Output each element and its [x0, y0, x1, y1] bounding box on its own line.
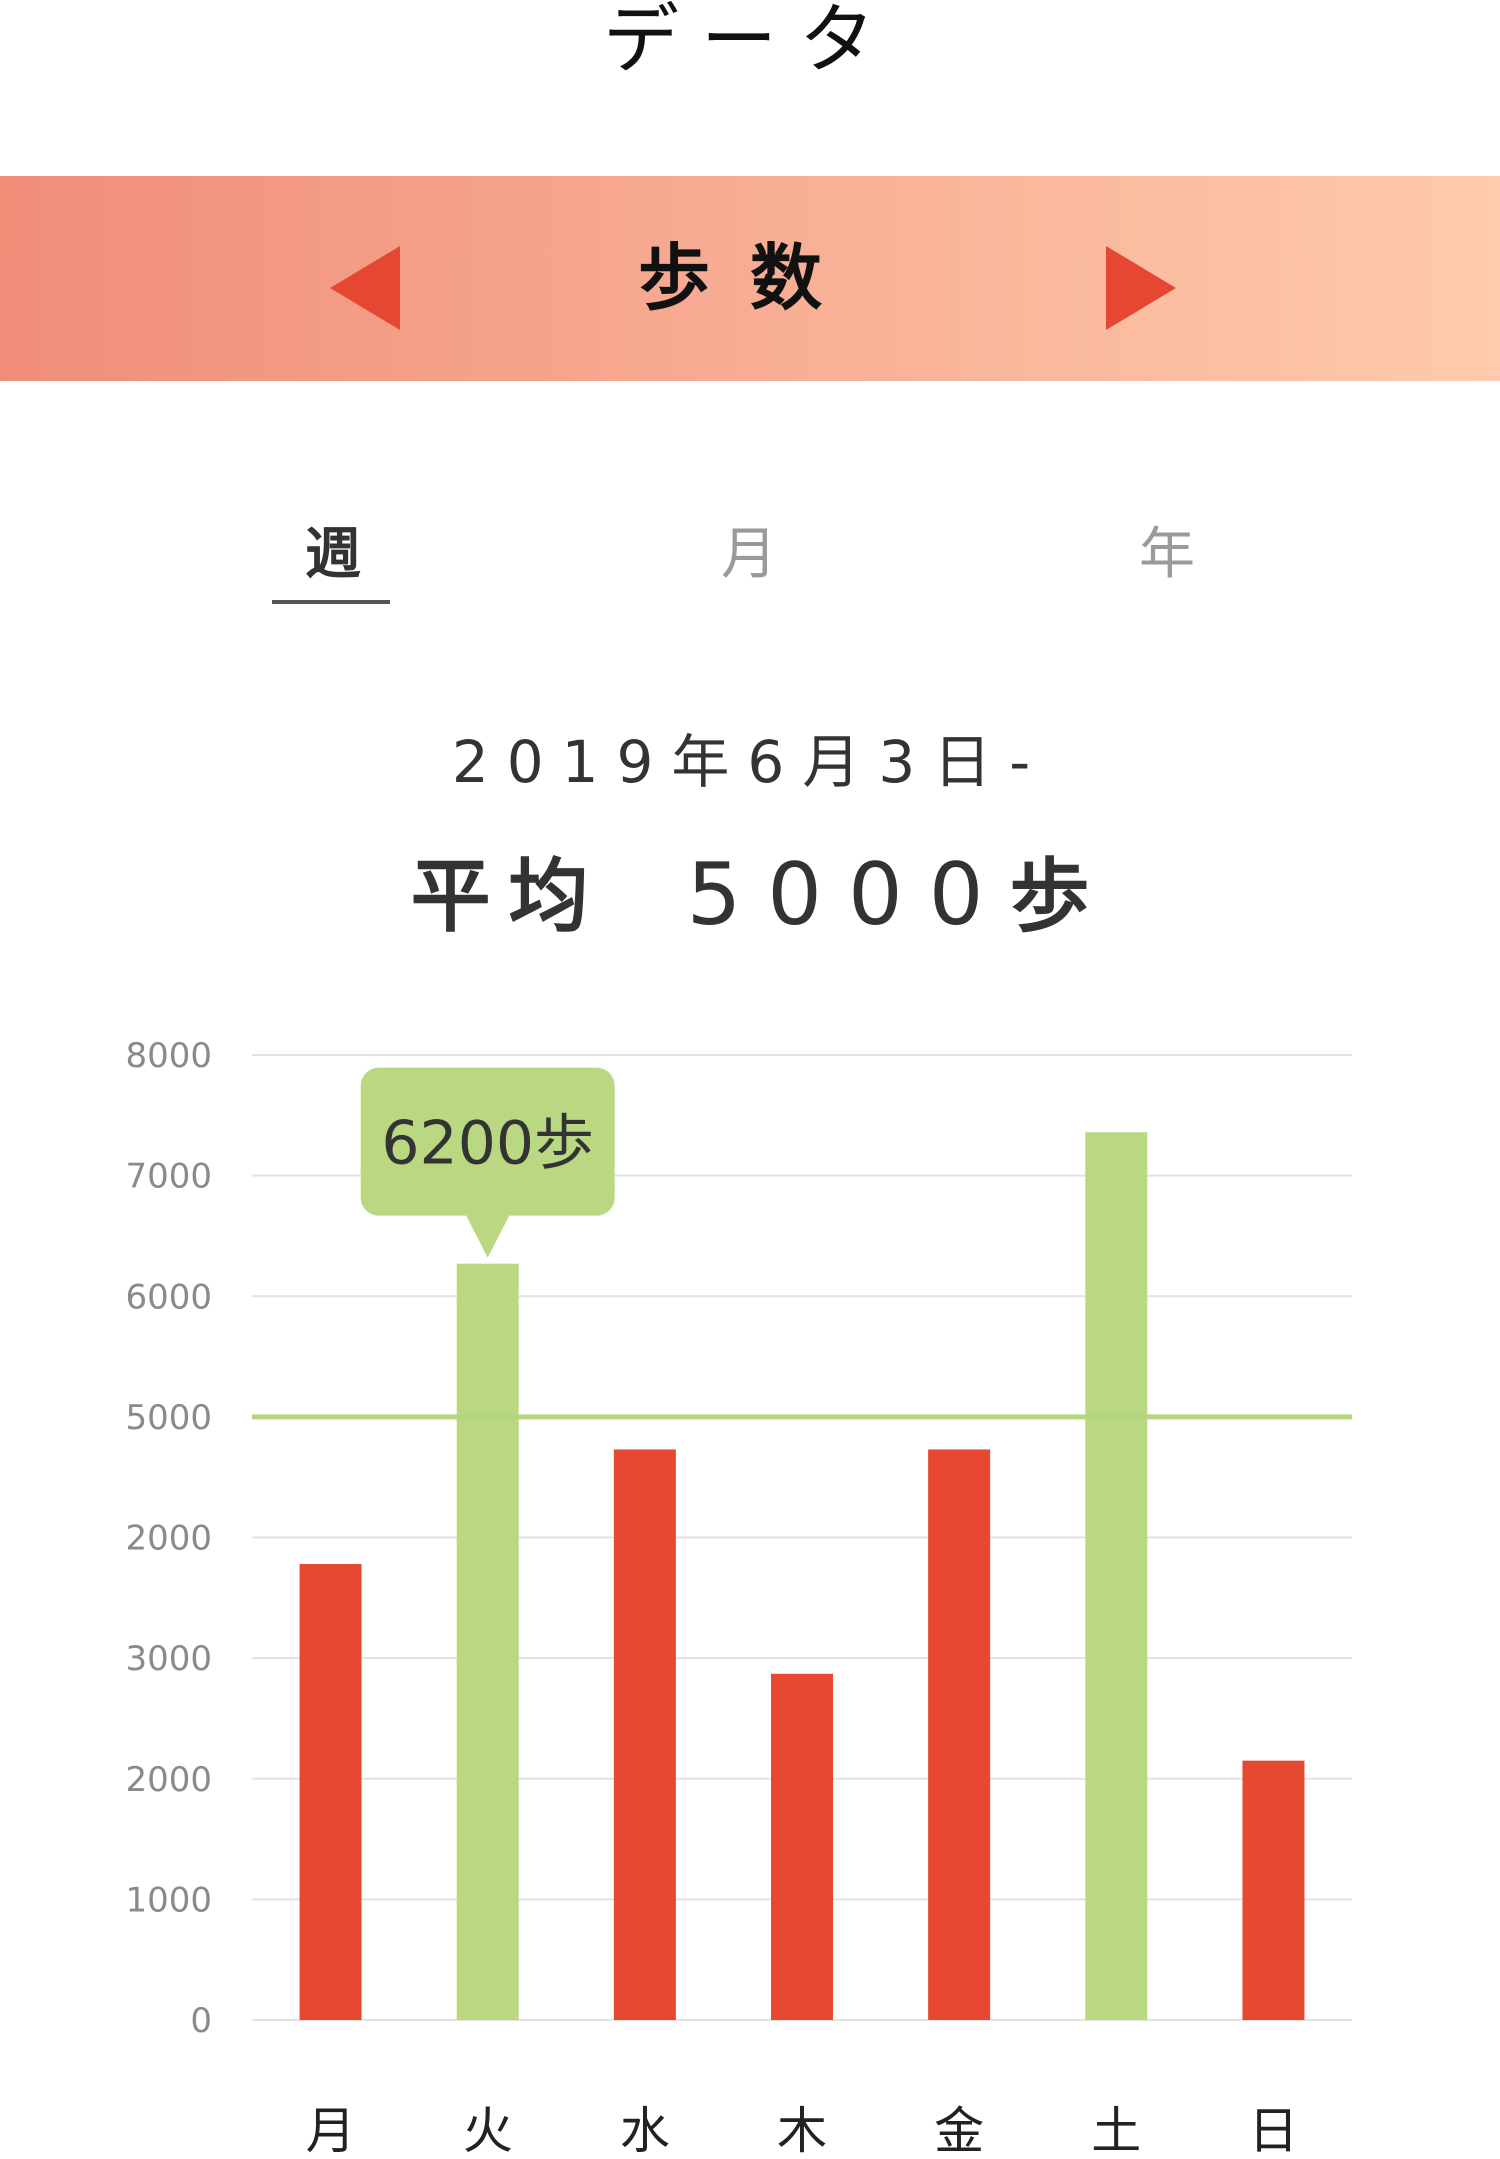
y-tick-label: 5000 [125, 1398, 212, 1438]
y-tick-label: 2000 [125, 1519, 212, 1559]
bar-火 [456, 1263, 519, 2020]
y-tick-label: 7000 [125, 1157, 212, 1197]
page-title: データ [603, 0, 897, 84]
average-summary: 平均 5000歩 [0, 840, 1500, 974]
tooltip-pointer [465, 1214, 510, 1258]
y-tick-label: 1000 [125, 1880, 212, 1920]
x-tick-label: 金 [934, 2102, 984, 2159]
y-tick-label: 8000 [125, 1036, 212, 1076]
period-tabs: 週 月 年 [0, 510, 1500, 610]
tooltip-label: 6200歩 [381, 1109, 594, 1179]
metric-banner: 歩数 [0, 176, 1500, 381]
x-tick-label: 木 [777, 2102, 827, 2159]
metric-title: 歩数 [637, 236, 862, 320]
date-range: 2019年6月3日- [451, 728, 1049, 796]
x-tick-label: 日 [1248, 2102, 1298, 2159]
y-tick-label: 6000 [125, 1277, 212, 1317]
x-tick-label: 水 [620, 2102, 670, 2159]
steps-bar-chart: 0 1000 2000 3000 2000 5000 6000 7000 8000 月 火 水 木 金 土 日… [125, 1036, 1352, 2159]
bar-金 [928, 1449, 991, 2020]
bar-日 [1242, 1760, 1305, 2020]
bar-木 [771, 1673, 833, 2020]
x-tick-label: 月 [306, 2102, 356, 2159]
tab-month[interactable]: 月 [684, 510, 814, 600]
bar-水 [613, 1449, 676, 2020]
x-tick-label: 火 [463, 2102, 513, 2159]
average-label: 平均 [410, 850, 607, 943]
y-tick-label: 3000 [125, 1639, 212, 1679]
x-tick-label: 土 [1091, 2102, 1141, 2159]
y-tick-label: 2000 [125, 1760, 212, 1800]
bar-土 [1085, 1132, 1148, 2020]
bar-月 [299, 1564, 362, 2020]
tab-year[interactable]: 年 [1102, 510, 1232, 600]
average-unit: 歩 [1009, 850, 1090, 943]
header: データ [0, 0, 1500, 150]
y-tick-label: 0 [190, 2001, 212, 2041]
tab-week[interactable]: 週 [268, 510, 398, 600]
average-value: 5000 [686, 845, 1010, 945]
triangle-right-icon[interactable] [1106, 246, 1176, 330]
tab-active-underline [272, 600, 390, 604]
